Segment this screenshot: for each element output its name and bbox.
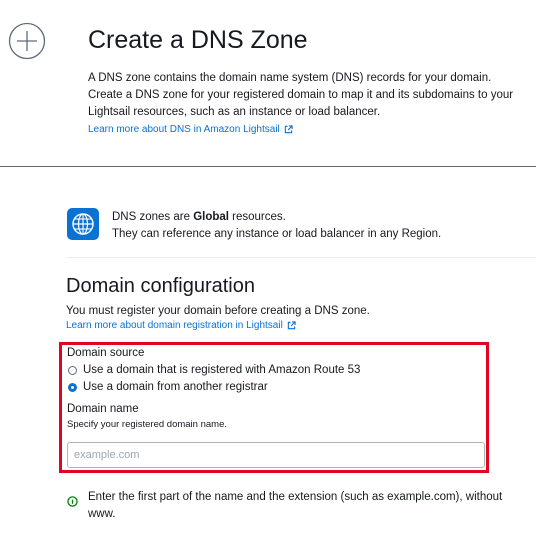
global-info-line1: DNS zones are Global resources. [112, 209, 441, 226]
info-prefix: DNS zones are [112, 211, 194, 223]
page-title: Create a DNS Zone [88, 26, 308, 54]
globe-icon [72, 213, 94, 235]
domain-name-help-text: Enter the first part of the name and the… [88, 491, 503, 520]
page-description-text: A DNS zone contains the domain name syst… [88, 72, 514, 118]
radio-route53-label: Use a domain that is registered with Ama… [83, 364, 361, 376]
radio-route53-circle[interactable] [68, 365, 77, 375]
check-circle-icon [67, 496, 78, 507]
learn-more-registration-link[interactable]: Learn more about domain registration in … [66, 320, 296, 331]
section-divider [66, 257, 536, 258]
info-strong: Global [193, 211, 229, 223]
learn-more-dns-link[interactable]: Learn more about DNS in Amazon Lightsail [88, 121, 293, 138]
domain-source-label: Domain source [67, 347, 145, 359]
domain-name-field[interactable] [67, 442, 485, 468]
domain-name-hint: Specify your registered domain name. [67, 419, 227, 430]
domain-config-heading: Domain configuration [66, 275, 255, 297]
info-suffix: resources. [228, 211, 286, 223]
page-description: A DNS zone contains the domain name syst… [88, 70, 518, 138]
header-divider [0, 166, 536, 167]
domain-name-input[interactable] [68, 443, 484, 467]
domain-config-description: You must register your domain before cre… [66, 305, 370, 317]
domain-name-label: Domain name [67, 403, 139, 415]
globe-icon-container [67, 208, 99, 240]
add-plus-icon [8, 22, 46, 60]
external-link-icon [287, 321, 296, 330]
learn-more-registration-link-label: Learn more about domain registration in … [66, 320, 283, 331]
radio-other-registrar[interactable]: Use a domain from another registrar [68, 381, 268, 393]
global-info-line2: They can reference any instance or load … [112, 228, 442, 240]
global-info-text: DNS zones are Global resources. They can… [112, 209, 441, 243]
radio-other-registrar-label: Use a domain from another registrar [83, 381, 268, 393]
radio-route53[interactable]: Use a domain that is registered with Ama… [68, 364, 360, 376]
learn-more-dns-link-label: Learn more about DNS in Amazon Lightsail [88, 124, 280, 135]
external-link-icon [284, 125, 293, 134]
radio-other-registrar-circle[interactable] [68, 382, 77, 392]
